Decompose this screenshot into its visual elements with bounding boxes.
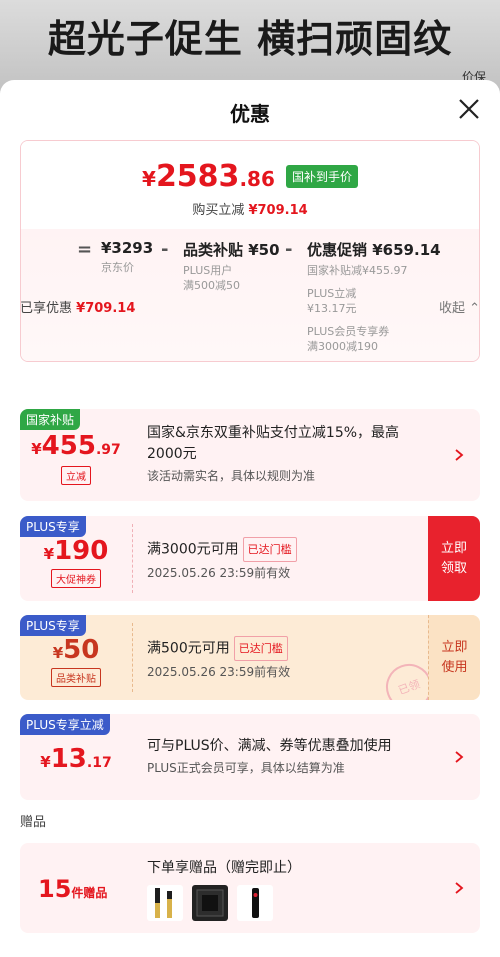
plus-coupon-190-card: PLUS专享 ¥190 大促神券 满3000元可用 已达门槛 2025.05.26… [20,516,480,601]
saving-row: 购买立减 ¥709.14 [192,203,308,218]
card-divider [132,524,133,593]
gift-card[interactable]: 15件赠品 下单享赠品（赠完即止） [20,843,480,933]
card-divider [132,623,133,692]
card-title: 可与PLUS价、满减、券等优惠叠加使用 [147,738,392,754]
jd-price: ¥3293 [101,239,154,257]
card-amount: ¥13.17 [40,744,112,774]
gift-thumbnail [147,885,183,921]
plus-instant-discount-card[interactable]: PLUS专享立减 ¥13.17 可与PLUS价、满减、券等优惠叠加使用 PLUS… [20,714,480,800]
card-desc: 该活动需实名，具体以规则为准 [147,469,316,483]
saving-value: ¥709.14 [248,203,308,218]
gift-title: 下单享赠品（赠完即止） [147,860,301,876]
use-coupon-button[interactable]: 立即使用 [428,615,480,700]
chevron-up-icon: ⌃ [469,301,480,316]
jd-price-label: 京东价 [101,261,134,274]
card-desc: 2025.05.26 23:59前有效 [147,665,291,679]
card-title: 满3000元可用 已达门槛 [147,537,420,562]
category-subsidy-value: ¥50 [248,241,280,259]
close-icon[interactable] [456,96,482,122]
enjoyed-discount-row: 已享优惠 ¥709.14 收起 ⌃ [20,297,480,316]
gift-section-label: 赠品 [20,815,47,830]
banner-text: 超光子促生 横扫顽固纹 [47,17,453,61]
chevron-right-icon [455,882,464,894]
card-title: 国家&京东双重补贴支付立减15%，最高2000元 [147,425,400,462]
card-title: 满500元可用 已达门槛 [147,636,420,661]
minus-sign: - [161,239,169,260]
card-tag: 立减 [20,465,132,485]
gift-thumbnail [192,885,228,921]
card-amount: ¥190 [43,536,109,566]
chevron-right-icon [455,449,464,461]
claim-coupon-button[interactable]: 立即领取 [428,516,480,601]
collapse-button[interactable]: 收起 ⌃ [439,297,480,316]
card-desc: 2025.05.26 23:59前有效 [147,566,291,580]
card-tag: 大促神券 [20,568,132,588]
card-amount: ¥455.97 [31,431,121,461]
subsidy-price-tag: 国补到手价 [285,165,358,188]
category-subsidy-block: 品类补贴 ¥50 PLUS用户 满500减50 [183,241,280,292]
plus-coupon-50-card: PLUS专享 ¥50 品类补贴 满500元可用 已达门槛 2025.05.26 2… [20,615,480,700]
card-desc: PLUS正式会员可享，具体以结算为准 [147,761,345,775]
jd-price-block: ¥3293 京东价 [101,239,153,275]
threshold-badge: 已达门槛 [233,636,288,661]
sheet-title: 优惠 [230,102,270,126]
promo-value: ¥659.14 [372,241,441,259]
gift-count: 15件赠品 [38,875,108,903]
minus-sign-2: - [285,239,293,260]
threshold-badge: 已达门槛 [242,537,297,562]
enjoyed-value: ¥709.14 [76,301,136,316]
gift-thumbnail [237,885,273,921]
card-amount: ¥50 [52,635,100,665]
final-price: ¥2583.86 [142,159,275,194]
equals-sign: = [77,239,93,260]
national-subsidy-card[interactable]: 国家补贴 ¥455.97 立减 国家&京东双重补贴支付立减15%，最高2000元… [20,409,480,501]
chevron-right-icon [455,751,464,763]
price-summary: ¥2583.86 国补到手价 购买立减 ¥709.14 = ¥3293 京东价 … [20,140,480,362]
card-tag: 品类补贴 [20,667,132,687]
bottom-safe-area [0,943,500,957]
